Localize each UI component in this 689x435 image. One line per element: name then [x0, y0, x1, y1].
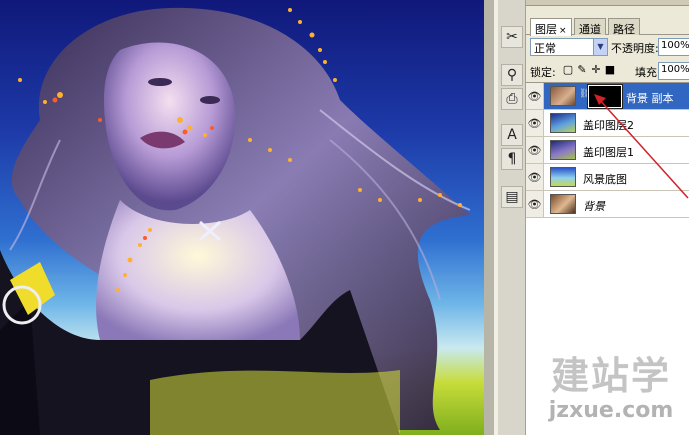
blend-row: 正常 ▼ 不透明度: 100%: [526, 37, 689, 57]
lock-transparent-icon[interactable]: ▢: [562, 63, 574, 77]
eye-icon[interactable]: 👁: [526, 164, 544, 190]
lock-all-icon[interactable]: ■: [604, 63, 616, 77]
scissors-icon[interactable]: ✂: [501, 26, 523, 48]
layer-thumbnail: [550, 167, 576, 187]
layer-thumbnail: [550, 86, 576, 106]
watermark-url: jzxue.com: [548, 398, 674, 423]
tab-paths[interactable]: 路径: [608, 18, 640, 36]
chevron-down-icon[interactable]: ▼: [593, 39, 607, 55]
layer-name: 背景: [583, 200, 605, 213]
tab-channels-label: 通道: [579, 23, 601, 36]
eye-icon[interactable]: 👁: [526, 83, 544, 109]
lock-brush-icon[interactable]: ✎: [576, 63, 588, 77]
photo-artwork: [0, 7, 471, 435]
blend-mode-select[interactable]: 正常 ▼: [530, 38, 608, 56]
tab-channels[interactable]: 通道: [574, 18, 606, 36]
eye-icon[interactable]: 👁: [526, 191, 544, 217]
document-canvas[interactable]: [0, 0, 484, 435]
lock-label: 锁定:: [530, 66, 556, 79]
close-icon[interactable]: ×: [559, 26, 567, 36]
lock-row: 锁定: ▢ ✎ ✛ ■ 填充: 100%: [526, 62, 689, 80]
eye-icon[interactable]: 👁: [526, 137, 544, 163]
annotation-arrow: [594, 94, 689, 199]
panel-divider[interactable]: [484, 0, 494, 435]
document-icon[interactable]: ▤: [501, 186, 523, 208]
tab-paths-label: 路径: [613, 23, 635, 36]
pin-icon[interactable]: ⚲: [501, 64, 523, 86]
fill-input[interactable]: 100%: [658, 62, 689, 80]
layer-thumbnail: [550, 194, 576, 214]
lock-move-icon[interactable]: ✛: [590, 63, 602, 77]
fill-label: 填充:: [635, 66, 661, 79]
tab-layers-label: 图层: [535, 23, 557, 36]
opacity-label: 不透明度:: [611, 42, 659, 55]
tab-layers[interactable]: 图层 ×: [530, 18, 572, 36]
paragraph-icon[interactable]: ¶: [501, 148, 523, 170]
eye-icon[interactable]: 👁: [526, 110, 544, 136]
panel-group-header: [526, 0, 689, 6]
watermark: 建站学 jzxue.com: [536, 345, 686, 430]
opacity-input[interactable]: 100%: [658, 38, 689, 56]
layer-thumbnail: [550, 113, 576, 133]
chain-link-icon[interactable]: ⛓: [579, 89, 590, 103]
layer-thumbnail: [550, 140, 576, 160]
stamp-icon[interactable]: ⎙: [501, 88, 523, 110]
panel-tabs: 图层 × 通道 路径: [526, 16, 689, 36]
blend-mode-value: 正常: [534, 42, 556, 55]
character-icon[interactable]: A: [501, 124, 523, 146]
panel-dock-toolbar: ✂ ⚲ ⎙ A ¶ ▤: [498, 0, 526, 435]
watermark-text: 建站学: [550, 354, 671, 398]
